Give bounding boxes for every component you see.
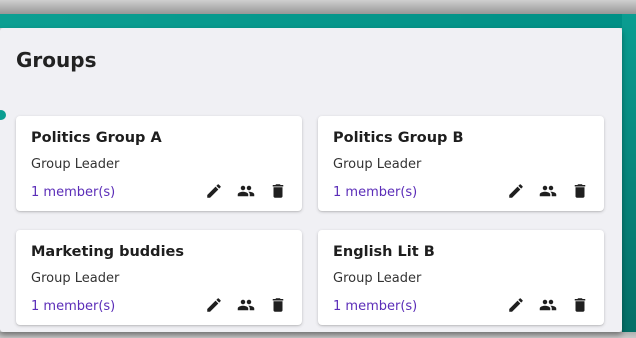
group-name: Marketing buddies	[31, 244, 185, 260]
members-icon[interactable]	[538, 295, 558, 315]
edit-icon[interactable]	[506, 295, 526, 315]
group-role: Group Leader	[333, 157, 422, 172]
group-card[interactable]: Marketing buddies Group Leader 1 member(…	[16, 230, 302, 325]
group-card[interactable]: Politics Group A Group Leader 1 member(s…	[16, 116, 302, 211]
group-card[interactable]: Politics Group B Group Leader 1 member(s…	[318, 116, 604, 211]
edit-icon[interactable]	[204, 295, 224, 315]
indicator-dot	[0, 110, 6, 120]
group-role: Group Leader	[31, 271, 120, 286]
teal-side-band	[622, 14, 636, 338]
member-count-link[interactable]: 1 member(s)	[333, 185, 417, 200]
panel-bottom-shade	[0, 332, 636, 338]
group-role: Group Leader	[31, 157, 120, 172]
group-card[interactable]: English Lit B Group Leader 1 member(s)	[318, 230, 604, 325]
page-title: Groups	[16, 48, 97, 72]
group-name: Politics Group B	[333, 130, 464, 146]
card-actions	[204, 180, 288, 202]
members-icon[interactable]	[538, 181, 558, 201]
members-icon[interactable]	[236, 295, 256, 315]
member-count-link[interactable]: 1 member(s)	[31, 185, 115, 200]
delete-icon[interactable]	[570, 181, 590, 201]
member-count-link[interactable]: 1 member(s)	[333, 299, 417, 314]
edit-icon[interactable]	[204, 181, 224, 201]
card-actions	[204, 294, 288, 316]
member-count-link[interactable]: 1 member(s)	[31, 299, 115, 314]
group-name: English Lit B	[333, 244, 435, 260]
members-icon[interactable]	[236, 181, 256, 201]
delete-icon[interactable]	[570, 295, 590, 315]
delete-icon[interactable]	[268, 181, 288, 201]
delete-icon[interactable]	[268, 295, 288, 315]
groups-panel: Groups Politics Group A Group Leader 1 m…	[0, 28, 622, 332]
card-actions	[506, 180, 590, 202]
teal-header-band	[0, 14, 636, 28]
edit-icon[interactable]	[506, 181, 526, 201]
group-role: Group Leader	[333, 271, 422, 286]
card-actions	[506, 294, 590, 316]
group-name: Politics Group A	[31, 130, 162, 146]
